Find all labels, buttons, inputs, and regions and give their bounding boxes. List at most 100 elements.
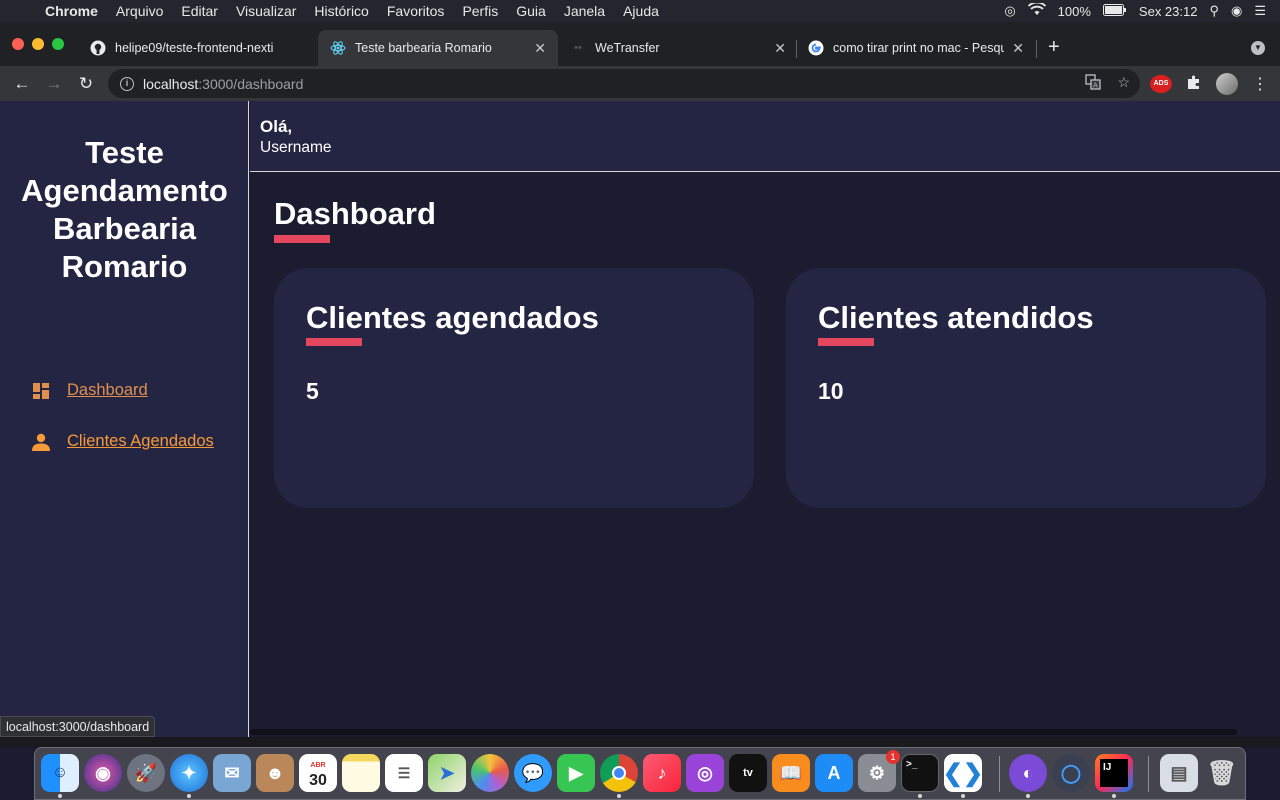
horizontal-scrollbar[interactable]	[250, 729, 1237, 735]
page-title-underline	[274, 235, 330, 243]
react-icon	[330, 40, 346, 56]
podcasts-icon[interactable]: ◎	[686, 754, 724, 792]
facetime-icon[interactable]: ▶	[557, 754, 595, 792]
tab-title: Teste barbearia Romario	[355, 41, 492, 55]
back-arrow-icon[interactable]: ←	[6, 74, 38, 94]
messages-bubble-icon[interactable]: 💬	[514, 754, 552, 792]
finder-icon[interactable]: ☺	[41, 754, 79, 792]
intellij-label: IJ	[1100, 759, 1128, 787]
sidebar-item-dashboard[interactable]: Dashboard	[32, 381, 148, 400]
card-title-underline	[306, 338, 362, 346]
close-tab-icon[interactable]: ✕	[1012, 40, 1024, 57]
adblock-extension-icon[interactable]: ADS	[1150, 75, 1172, 93]
menu-chrome[interactable]: Chrome	[36, 3, 107, 19]
new-tab-plus-icon[interactable]: +	[1048, 36, 1060, 59]
tab-active-barbearia[interactable]: Teste barbearia Romario ✕	[318, 30, 558, 66]
dock-separator	[1148, 756, 1149, 792]
sidebar-link-clientes-agendados[interactable]: Clientes Agendados	[67, 432, 214, 451]
zoom-window-button[interactable]	[52, 38, 64, 50]
extensions-puzzle-icon[interactable]	[1186, 74, 1202, 94]
person-icon	[32, 433, 50, 451]
notes-icon[interactable]	[342, 754, 380, 792]
tab-github[interactable]: helipe09/teste-frontend-nexti	[78, 30, 318, 66]
calendar-month: ABR	[310, 762, 326, 769]
chrome-icon[interactable]	[600, 754, 638, 792]
bookmark-star-icon[interactable]: ☆	[1117, 74, 1130, 93]
menu-janela[interactable]: Janela	[555, 3, 614, 19]
calendar-icon[interactable]: ABR 30	[299, 754, 337, 792]
intellij-idea-icon[interactable]: IJ	[1095, 754, 1133, 792]
menu-editar[interactable]: Editar	[172, 3, 227, 19]
music-note-icon[interactable]: ♪	[643, 754, 681, 792]
site-info-icon[interactable]: i	[120, 76, 134, 91]
google-icon	[808, 40, 824, 56]
profile-avatar[interactable]	[1216, 73, 1238, 95]
maps-icon[interactable]: ➤	[428, 754, 466, 792]
siri-icon[interactable]: ◉	[84, 754, 122, 792]
dock-separator	[999, 756, 1000, 792]
menubar-clock[interactable]: Sex 23:12	[1139, 4, 1198, 19]
wifi-icon[interactable]	[1027, 1, 1046, 19]
safari-compass-icon[interactable]: ✦	[170, 754, 208, 792]
download-manager-icon[interactable]: ◐	[1009, 754, 1047, 792]
card-title-underline	[818, 338, 874, 346]
address-bar[interactable]: i localhost:3000/dashboard A ☆	[108, 69, 1140, 98]
url-path: :3000/dashboard	[198, 75, 304, 92]
url-host: localhost	[143, 75, 199, 92]
apple-tv-icon[interactable]: tv	[729, 754, 767, 792]
system-preferences-gear-icon[interactable]: ⚙ 1	[858, 750, 900, 792]
app-brand-title: Teste Agendamento Barbearia Romario	[21, 135, 228, 284]
mail-bird-icon[interactable]: ✉	[213, 754, 251, 792]
card-clientes-atendidos: Clientes atendidos 10	[786, 268, 1266, 508]
wetransfer-icon: ••	[574, 42, 582, 54]
books-icon[interactable]: 📖	[772, 754, 810, 792]
menu-perfis[interactable]: Perfis	[453, 3, 507, 19]
link-status-bubble: localhost:3000/dashboard	[0, 716, 156, 737]
tab-wetransfer[interactable]: •• WeTransfer ✕	[558, 30, 798, 66]
menu-visualizar[interactable]: Visualizar	[227, 3, 305, 19]
menu-arquivo[interactable]: Arquivo	[107, 3, 172, 19]
app-header: Olá, Username	[250, 101, 1280, 172]
forward-arrow-icon[interactable]: →	[38, 74, 70, 94]
minimize-window-button[interactable]	[32, 38, 44, 50]
translate-icon[interactable]: A	[1085, 74, 1102, 93]
card-value: 5	[306, 378, 319, 404]
siri-icon[interactable]: ◉	[1231, 3, 1242, 19]
app-store-icon[interactable]: A	[815, 754, 853, 792]
vscode-icon[interactable]: ❮❯	[943, 754, 983, 792]
close-tab-icon[interactable]: ✕	[774, 40, 786, 57]
card-title: Clientes agendados	[306, 300, 599, 335]
downloads-folder-icon[interactable]: ▤	[1160, 754, 1198, 792]
card-clientes-agendados: Clientes agendados 5	[274, 268, 754, 508]
launchpad-rocket-icon[interactable]: 🚀	[127, 754, 165, 792]
macos-menu-bar: Chrome Arquivo Editar Visualizar Históri…	[0, 0, 1280, 22]
tab-google-search[interactable]: como tirar print no mac - Pesqu ✕	[796, 30, 1036, 66]
quicktime-icon[interactable]: ◯	[1052, 754, 1090, 792]
close-window-button[interactable]	[12, 38, 24, 50]
spotlight-search-icon[interactable]: ⚲	[1209, 3, 1219, 19]
photos-icon[interactable]	[471, 754, 509, 792]
sidebar-link-dashboard[interactable]: Dashboard	[67, 381, 148, 400]
running-indicator	[1112, 794, 1116, 798]
tab-title: helipe09/teste-frontend-nexti	[115, 41, 274, 55]
reminders-list-icon[interactable]: ☰	[385, 754, 423, 792]
menu-favoritos[interactable]: Favoritos	[378, 3, 454, 19]
menu-ajuda[interactable]: Ajuda	[614, 3, 668, 19]
sidebar-item-clientes-agendados[interactable]: Clientes Agendados	[32, 432, 214, 451]
menu-historico[interactable]: Histórico	[305, 3, 377, 19]
sync-status-icon[interactable]: ◎	[1004, 3, 1015, 19]
menu-guia[interactable]: Guia	[507, 3, 555, 19]
reload-icon[interactable]: ↻	[70, 74, 102, 94]
battery-icon[interactable]	[1102, 3, 1127, 19]
control-center-icon[interactable]: ☰	[1254, 3, 1266, 19]
trash-icon[interactable]: 🗑	[1203, 754, 1241, 792]
page-title: Dashboard	[274, 196, 436, 231]
close-tab-icon[interactable]: ✕	[534, 40, 546, 57]
contacts-book-icon[interactable]: ☻	[256, 754, 294, 792]
terminal-icon[interactable]: >_	[901, 754, 939, 792]
chrome-menu-kebab-icon[interactable]: ⋮	[1252, 74, 1268, 94]
tab-separator	[1036, 40, 1037, 58]
tab-search-chevron-icon[interactable]: ▼	[1251, 41, 1265, 55]
battery-percent: 100%	[1057, 3, 1091, 19]
app-sidebar: Teste Agendamento Barbearia Romario Dash…	[0, 101, 249, 737]
